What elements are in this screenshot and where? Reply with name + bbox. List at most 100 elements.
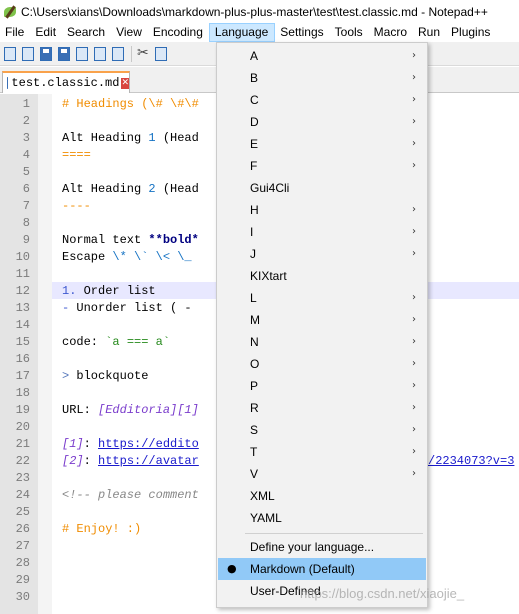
menu-item-gui4cli[interactable]: Gui4Cli <box>218 177 426 199</box>
line-number: 1 <box>22 97 30 111</box>
submenu-arrow-icon: › <box>412 314 416 325</box>
menu-item-define-language[interactable]: Define your language... <box>218 536 426 558</box>
title-bar: C:\Users\xians\Downloads\markdown-plus-p… <box>0 0 519 23</box>
menu-view[interactable]: View <box>111 23 148 42</box>
line-number: 24 <box>15 488 30 502</box>
menu-encoding[interactable]: Encoding <box>148 23 209 42</box>
line-number: 21 <box>15 437 30 451</box>
menu-file[interactable]: File <box>0 23 30 42</box>
line-number: 27 <box>15 539 30 553</box>
line-number: 3 <box>22 131 30 145</box>
submenu-arrow-icon: › <box>412 94 416 105</box>
menu-macro[interactable]: Macro <box>369 23 413 42</box>
new-file-icon[interactable] <box>2 46 18 62</box>
line-number: 14 <box>15 318 30 332</box>
menu-bar: File Edit Search View Encoding Language … <box>0 23 519 42</box>
submenu-arrow-icon: › <box>412 402 416 413</box>
menu-item-t[interactable]: T › <box>218 441 426 463</box>
line-number: 17 <box>15 369 30 383</box>
submenu-arrow-icon: › <box>412 468 416 479</box>
menu-item-i[interactable]: I › <box>218 221 426 243</box>
submenu-arrow-icon: › <box>412 72 416 83</box>
submenu-arrow-icon: › <box>412 446 416 457</box>
menu-plugins[interactable]: Plugins <box>446 23 496 42</box>
open-file-icon[interactable] <box>20 46 36 62</box>
line-number: 30 <box>15 590 30 604</box>
menu-item-r[interactable]: R › <box>218 397 426 419</box>
menu-language[interactable]: Language <box>208 23 276 42</box>
line-number: 13 <box>15 301 30 315</box>
menu-item-b[interactable]: B › <box>218 67 426 89</box>
watermark: https://blog.csdn.net/xiaojie_ <box>300 586 465 601</box>
line-number: 23 <box>15 471 30 485</box>
menu-item-n[interactable]: N › <box>218 331 426 353</box>
tab-test-classic-md[interactable]: test.classic.md ✕ <box>2 71 130 93</box>
menu-tools[interactable]: Tools <box>330 23 369 42</box>
print-icon[interactable] <box>110 46 126 62</box>
line-number: 2 <box>22 114 30 128</box>
copy-icon[interactable] <box>153 46 169 62</box>
submenu-arrow-icon: › <box>412 204 416 215</box>
line-number: 12 <box>15 284 30 298</box>
menu-item-h[interactable]: H › <box>218 199 426 221</box>
menu-item-markdown-default[interactable]: ● Markdown (Default) <box>218 558 426 580</box>
submenu-arrow-icon: › <box>412 380 416 391</box>
line-number: 28 <box>15 556 30 570</box>
menu-item-s[interactable]: S › <box>218 419 426 441</box>
submenu-arrow-icon: › <box>412 424 416 435</box>
menu-item-d[interactable]: D › <box>218 111 426 133</box>
line-number: 9 <box>22 233 30 247</box>
menu-item-j[interactable]: J › <box>218 243 426 265</box>
menu-item-yaml[interactable]: YAML <box>218 507 426 529</box>
code-line-22-tail: /2234073?v=3 <box>428 454 515 468</box>
menu-edit[interactable]: Edit <box>30 23 62 42</box>
menu-item-c[interactable]: C › <box>218 89 426 111</box>
line-number: 16 <box>15 352 30 366</box>
menu-separator <box>245 533 423 534</box>
line-number: 15 <box>15 335 30 349</box>
line-number: 29 <box>15 573 30 587</box>
submenu-arrow-icon: › <box>412 358 416 369</box>
submenu-arrow-icon: › <box>412 138 416 149</box>
close-file-icon[interactable] <box>74 46 90 62</box>
submenu-arrow-icon: › <box>412 116 416 127</box>
line-number: 19 <box>15 403 30 417</box>
line-number: 11 <box>15 267 30 281</box>
menu-settings[interactable]: Settings <box>275 23 329 42</box>
menu-item-m[interactable]: M › <box>218 309 426 331</box>
menu-item-e[interactable]: E › <box>218 133 426 155</box>
line-number: 10 <box>15 250 30 264</box>
submenu-arrow-icon: › <box>412 292 416 303</box>
save-all-icon[interactable] <box>56 46 72 62</box>
cut-icon[interactable] <box>135 45 151 62</box>
save-icon[interactable] <box>38 46 54 62</box>
menu-item-f[interactable]: F › <box>218 155 426 177</box>
submenu-arrow-icon: › <box>412 248 416 259</box>
menu-search[interactable]: Search <box>62 23 111 42</box>
close-all-icon[interactable] <box>92 46 108 62</box>
line-number: 22 <box>15 454 30 468</box>
menu-item-p[interactable]: P › <box>218 375 426 397</box>
line-number: 25 <box>15 505 30 519</box>
selected-bullet-icon: ● <box>227 562 237 575</box>
menu-item-xml[interactable]: XML <box>218 485 426 507</box>
line-number: 7 <box>22 199 30 213</box>
menu-run[interactable]: Run <box>413 23 446 42</box>
line-number: 26 <box>15 522 30 536</box>
window-title: C:\Users\xians\Downloads\markdown-plus-p… <box>21 4 488 19</box>
line-number: 6 <box>22 182 30 196</box>
line-number: 8 <box>22 216 30 230</box>
close-icon[interactable]: ✕ <box>121 77 129 89</box>
line-number: 5 <box>22 165 30 179</box>
line-number: 18 <box>15 386 30 400</box>
menu-item-l[interactable]: L › <box>218 287 426 309</box>
submenu-arrow-icon: › <box>412 160 416 171</box>
submenu-arrow-icon: › <box>412 50 416 61</box>
line-number: 4 <box>22 148 30 162</box>
menu-item-kixtart[interactable]: KIXtart <box>218 265 426 287</box>
fold-margin <box>38 94 52 614</box>
menu-item-a[interactable]: A › <box>218 45 426 67</box>
menu-item-o[interactable]: O › <box>218 353 426 375</box>
menu-item-v[interactable]: V › <box>218 463 426 485</box>
submenu-arrow-icon: › <box>412 336 416 347</box>
